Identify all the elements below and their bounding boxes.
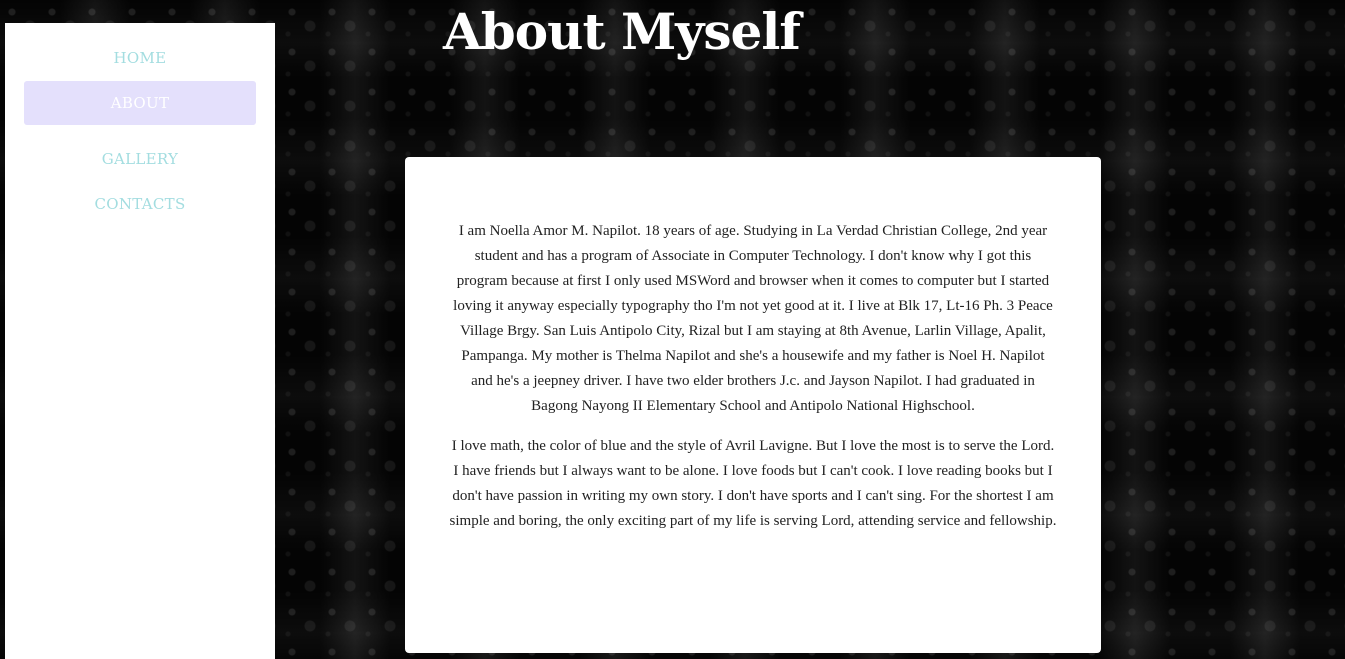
about-paragraph-biography: I am Noella Amor M. Napilot. 18 years of… bbox=[453, 223, 1053, 414]
about-paragraph-interests: I love math, the color of blue and the s… bbox=[449, 438, 1057, 529]
sidebar-nav: HOME ABOUT GALLERY CONTACTS bbox=[5, 23, 275, 659]
nav-item-contacts[interactable]: CONTACTS bbox=[24, 182, 256, 226]
nav-item-home[interactable]: HOME bbox=[24, 36, 256, 80]
page-title: About Myself bbox=[443, 2, 801, 61]
about-text-body: I am Noella Amor M. Napilot. 18 years of… bbox=[449, 219, 1057, 549]
nav-item-about[interactable]: ABOUT bbox=[24, 81, 256, 125]
about-content-card: I am Noella Amor M. Napilot. 18 years of… bbox=[405, 157, 1101, 653]
nav-item-gallery[interactable]: GALLERY bbox=[24, 137, 256, 181]
